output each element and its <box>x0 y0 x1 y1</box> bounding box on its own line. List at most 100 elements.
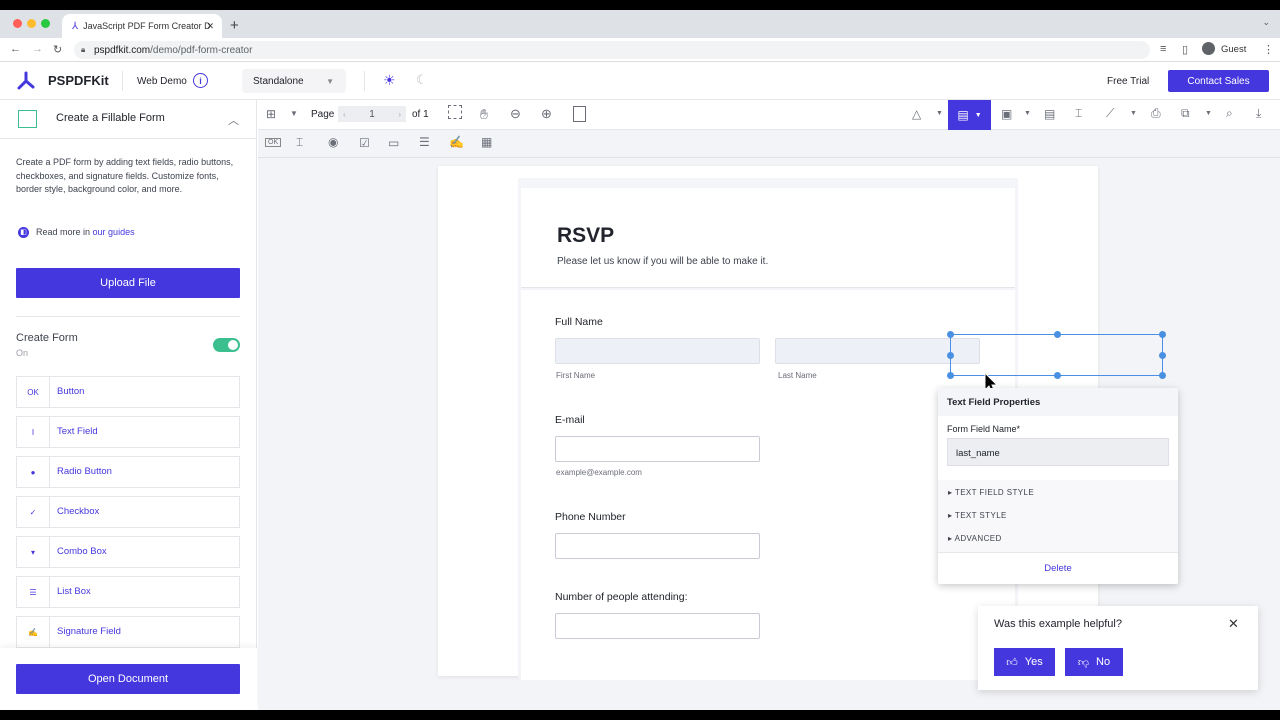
checkbox-tool-icon[interactable]: ☑ <box>359 136 370 150</box>
resize-handle[interactable] <box>947 331 954 338</box>
chevron-down-icon[interactable]: ▼ <box>1130 110 1137 117</box>
signature-tool-icon[interactable]: ✍ <box>449 135 464 149</box>
layout-icon[interactable] <box>573 106 586 122</box>
field-checkbox[interactable]: ✓ Checkbox <box>16 496 240 528</box>
text-style-section[interactable]: ▸ TEXT STYLE <box>948 511 1007 520</box>
close-tab-icon[interactable]: ✕ <box>206 21 214 32</box>
text-field-tool-icon[interactable]: ⌶ <box>296 135 303 150</box>
text-box-icon[interactable]: ⌶ <box>1075 106 1082 121</box>
light-theme-icon[interactable]: ☀ <box>383 72 396 89</box>
field-selection-box[interactable] <box>947 331 1166 379</box>
form-title: RSVP <box>557 224 615 247</box>
pan-hand-icon[interactable]: ✋︎ <box>480 106 488 123</box>
resize-handle[interactable] <box>1054 331 1061 338</box>
browser-menu-icon[interactable]: ⋮ <box>1263 43 1274 56</box>
zoom-out-icon[interactable]: ⊖ <box>510 106 521 122</box>
header-divider <box>364 71 365 91</box>
phone-input[interactable] <box>555 533 760 559</box>
list-box-tool-icon[interactable]: ☰ <box>419 135 430 149</box>
create-form-toggle[interactable] <box>213 338 240 352</box>
image-icon[interactable]: ▣ <box>1001 107 1012 121</box>
mode-selector[interactable]: Standalone ▼ <box>242 69 346 93</box>
maximize-window-dot[interactable] <box>41 19 50 28</box>
chevron-down-icon[interactable]: ▼ <box>290 109 298 118</box>
tab-search-icon[interactable]: ⌄ <box>1262 17 1270 28</box>
document-editor-icon[interactable]: ⧉ <box>1181 106 1190 121</box>
first-name-input[interactable] <box>555 338 760 364</box>
upload-file-button[interactable]: Upload File <box>16 268 240 298</box>
line-tool-icon[interactable]: ⟋ <box>1106 106 1114 121</box>
download-icon[interactable]: ⤓ <box>1256 106 1261 121</box>
free-trial-link[interactable]: Free Trial <box>1107 76 1149 87</box>
combo-box-tool-icon[interactable]: ▭ <box>388 136 399 150</box>
browser-tab[interactable]: ⅄ JavaScript PDF Form Creator D ✕ <box>62 14 222 38</box>
chevron-up-icon[interactable]: ︿ <box>228 112 239 128</box>
reload-icon[interactable]: ↻ <box>53 43 62 56</box>
side-panel-icon[interactable]: ▯ <box>1182 43 1188 56</box>
open-document-button[interactable]: Open Document <box>16 664 240 694</box>
button-tool-icon[interactable]: OK <box>265 138 282 147</box>
next-page-icon[interactable]: › <box>398 110 401 119</box>
lock-icon: 🔒︎ <box>81 45 86 54</box>
search-icon[interactable]: ⌕ <box>1226 106 1233 121</box>
email-label: E-mail <box>555 414 585 426</box>
resize-handle[interactable] <box>1159 352 1166 359</box>
field-signature-field[interactable]: ✍ Signature Field <box>16 616 240 648</box>
delete-field-button[interactable]: Delete <box>938 563 1178 574</box>
field-button[interactable]: OK Button <box>16 376 240 408</box>
yes-label: Yes <box>1024 656 1043 668</box>
resize-handle[interactable] <box>1159 372 1166 379</box>
our-guides-link[interactable]: our guides <box>93 227 135 237</box>
resize-handle[interactable] <box>1159 331 1166 338</box>
no-label: No <box>1096 656 1111 668</box>
pspdfkit-logo-icon[interactable] <box>16 71 36 91</box>
date-tool-icon[interactable]: ▦ <box>481 135 492 149</box>
previous-page-icon[interactable]: ‹ <box>343 110 346 119</box>
field-combo-box[interactable]: ▾ Combo Box <box>16 536 240 568</box>
resize-handle[interactable] <box>947 372 954 379</box>
email-input[interactable] <box>555 436 760 462</box>
contact-sales-button[interactable]: Contact Sales <box>1168 70 1269 92</box>
reading-list-icon[interactable]: ≡ <box>1160 43 1166 55</box>
form-field-name-input[interactable]: last_name <box>947 438 1169 466</box>
brand-name[interactable]: PSPDFKit <box>48 73 109 88</box>
back-icon[interactable]: ← <box>10 43 21 55</box>
note-icon[interactable]: ▤ <box>1044 107 1055 121</box>
forward-icon[interactable]: → <box>32 43 43 55</box>
feedback-no-button[interactable]: 👎︎ No <box>1065 648 1123 676</box>
minimize-window-dot[interactable] <box>27 19 36 28</box>
url-field[interactable]: 🔒︎ pspdfkit.com/demo/pdf-form-creator <box>74 41 1150 59</box>
resize-handle[interactable] <box>947 352 954 359</box>
profile-avatar[interactable] <box>1202 42 1215 55</box>
open-document-bar: Open Document <box>0 648 257 710</box>
thumbs-down-icon: 👎︎ <box>1077 656 1090 669</box>
thumbnails-icon[interactable]: ⊞ <box>266 107 276 121</box>
field-text-field[interactable]: I Text Field <box>16 416 240 448</box>
chevron-down-icon[interactable]: ▼ <box>1024 110 1031 117</box>
dark-theme-icon[interactable]: ☾ <box>416 72 428 88</box>
marquee-select-icon[interactable] <box>448 105 462 119</box>
close-window-dot[interactable] <box>13 19 22 28</box>
sidebar-description: Create a PDF form by adding text fields,… <box>16 157 234 194</box>
chevron-down-icon[interactable]: ▼ <box>936 110 943 117</box>
print-icon[interactable]: ⎙ <box>1151 106 1161 121</box>
close-icon[interactable]: ✕ <box>1228 616 1239 632</box>
chevron-down-icon[interactable]: ▼ <box>1205 110 1212 117</box>
feedback-yes-button[interactable]: 👍︎ Yes <box>994 648 1055 676</box>
info-icon[interactable]: i <box>193 73 208 88</box>
field-list-box[interactable]: ☰ List Box <box>16 576 240 608</box>
radio-tool-icon[interactable]: ◉ <box>328 135 338 149</box>
new-tab-icon[interactable]: + <box>230 17 239 34</box>
attending-input[interactable] <box>555 613 760 639</box>
zoom-in-icon[interactable]: ⊕ <box>541 106 552 122</box>
form-subtitle: Please let us know if you will be able t… <box>557 256 769 267</box>
field-radio-button[interactable]: ● Radio Button <box>16 456 240 488</box>
ink-pen-icon[interactable]: △ <box>912 107 921 121</box>
mode-selector-value: Standalone <box>253 75 304 87</box>
page-number-input[interactable]: ‹ 1 › <box>338 106 406 122</box>
profile-name[interactable]: Guest <box>1221 44 1246 55</box>
advanced-section[interactable]: ▸ ADVANCED <box>948 534 1002 543</box>
text-field-style-section[interactable]: ▸ TEXT FIELD STYLE <box>948 488 1034 497</box>
resize-handle[interactable] <box>1054 372 1061 379</box>
form-creator-tool-button[interactable]: ▤ ▼ <box>948 100 991 130</box>
